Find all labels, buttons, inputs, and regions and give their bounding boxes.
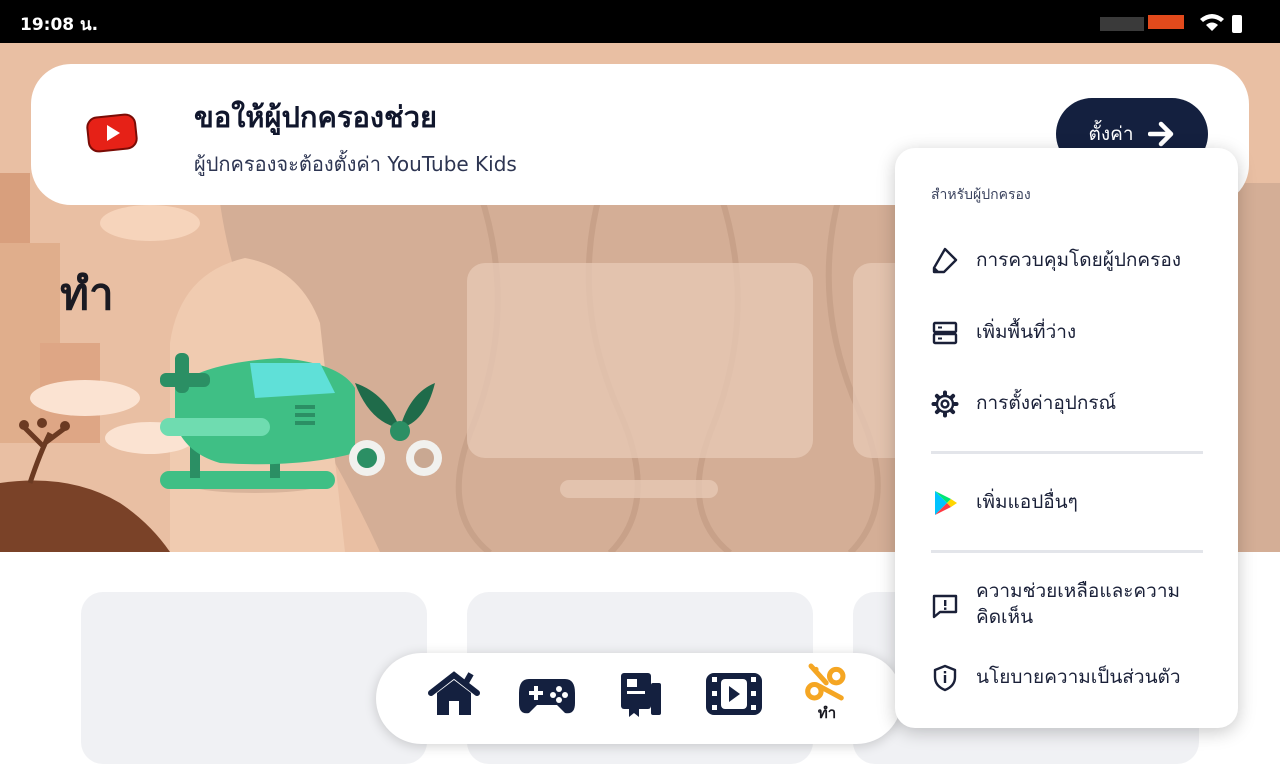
- menu-item-label: การตั้งค่าอุปกรณ์: [976, 392, 1117, 414]
- menu-item-free-space[interactable]: เพิ่มพื้นที่ว่าง: [895, 302, 1238, 362]
- books-icon: [621, 673, 661, 717]
- status-icons: [1100, 14, 1242, 33]
- menu-item-privacy-policy[interactable]: นโยบายความเป็นส่วนตัว: [895, 647, 1238, 707]
- menu-item-add-apps[interactable]: เพิ่มแอปอื่นๆ: [895, 472, 1238, 532]
- film-icon: [706, 673, 762, 715]
- menu-item-device-settings[interactable]: การตั้งค่าอุปกรณ์: [895, 373, 1238, 433]
- nav-books[interactable]: [608, 669, 672, 733]
- nav-make-label: ทำ: [817, 704, 837, 722]
- nav-home[interactable]: [422, 669, 486, 733]
- scissors-icon: [805, 663, 846, 701]
- setup-button-label: ตั้งค่า: [1088, 123, 1134, 145]
- nav-make[interactable]: ทำ: [795, 661, 859, 725]
- menu-item-parental-controls[interactable]: การควบคุมโดยผู้ปกครอง: [895, 230, 1238, 290]
- storage-icon: [932, 321, 958, 345]
- pen-icon: [932, 247, 958, 274]
- battery-icon: [1232, 15, 1242, 33]
- wifi-icon: [1200, 14, 1224, 31]
- page-title: ทำ: [60, 269, 114, 320]
- nav-videos[interactable]: [702, 669, 766, 733]
- nav-games[interactable]: [515, 669, 579, 733]
- menu-divider: [931, 451, 1203, 454]
- status-time: 19:08 น.: [20, 15, 99, 35]
- shield-icon: [933, 664, 957, 692]
- home-icon: [428, 671, 480, 715]
- arrow-right-icon: [1147, 121, 1173, 147]
- menu-item-label: เพิ่มแอปอื่นๆ: [976, 491, 1078, 513]
- status-bar: 19:08 น.: [0, 0, 1280, 43]
- gamepad-icon: [519, 679, 575, 714]
- feedback-icon: [932, 594, 958, 619]
- menu-item-label: การควบคุมโดยผู้ปกครอง: [976, 249, 1182, 271]
- logo-mark-icon: [1100, 15, 1184, 31]
- play-store-icon: [935, 491, 957, 515]
- menu-header: สำหรับผู้ปกครอง: [931, 187, 1031, 203]
- menu-item-label-line1: ความช่วยเหลือและความ: [976, 580, 1181, 602]
- menu-item-label: นโยบายความเป็นส่วนตัว: [976, 666, 1181, 688]
- banner-title: ขอให้ผู้ปกครองช่วย: [194, 100, 437, 134]
- gear-icon: [931, 390, 959, 418]
- content-card[interactable]: [81, 592, 427, 764]
- menu-divider: [931, 550, 1203, 553]
- bottom-navigation: ทำ: [376, 653, 902, 744]
- parent-menu: สำหรับผู้ปกครอง การควบคุมโดยผู้ปกครอง เพ…: [895, 148, 1238, 728]
- banner-subtitle: ผู้ปกครองจะต้องตั้งค่า YouTube Kids: [194, 152, 517, 176]
- menu-item-label-line2: คิดเห็น: [976, 606, 1034, 628]
- youtube-kids-logo-icon: [86, 113, 138, 153]
- menu-item-label: เพิ่มพื้นที่ว่าง: [976, 321, 1077, 343]
- menu-item-help-feedback[interactable]: ความช่วยเหลือและความ คิดเห็น: [895, 572, 1238, 642]
